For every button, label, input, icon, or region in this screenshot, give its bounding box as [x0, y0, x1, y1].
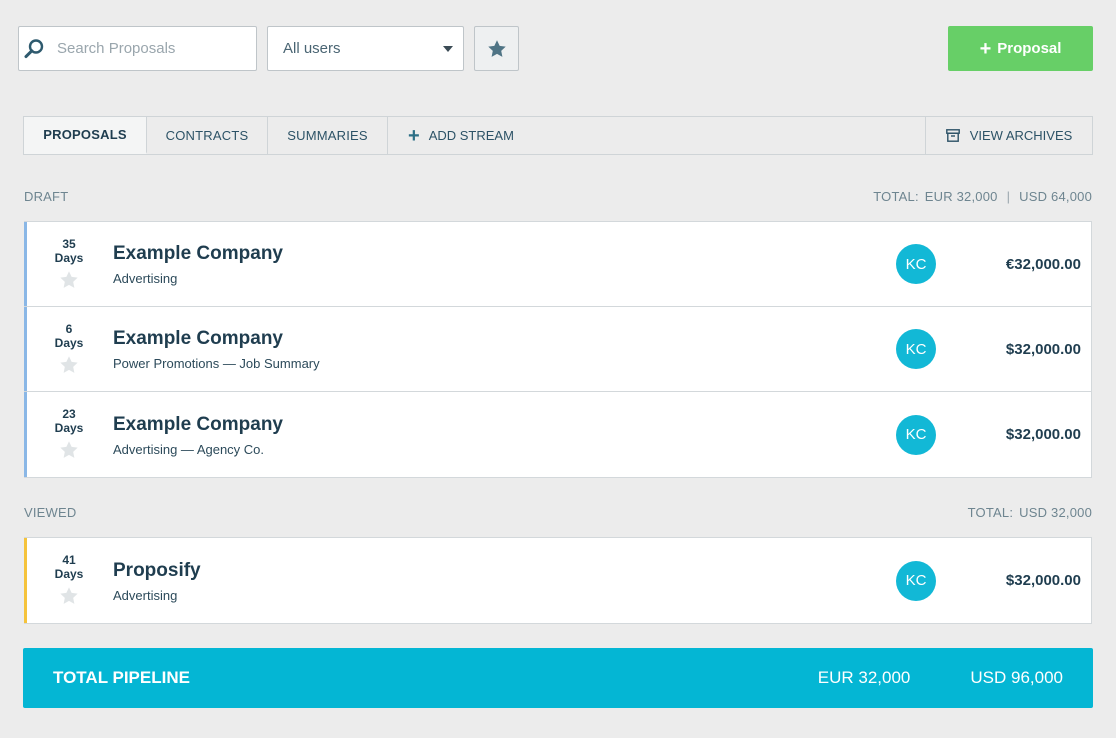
caret-down-icon	[443, 45, 453, 52]
pipeline-eur: EUR 32,000	[817, 668, 911, 687]
section-totals: TOTAL: USD 32,000	[968, 505, 1092, 520]
proposal-row[interactable]: 6 Days Example Company Power Promotions …	[24, 307, 1091, 392]
tab-proposals[interactable]: PROPOSALS	[24, 117, 147, 154]
user-filter-select[interactable]: All users	[267, 26, 464, 71]
proposal-amount: $32,000.00	[1005, 426, 1081, 443]
proposal-amount: $32,000.00	[1005, 340, 1081, 358]
view-archives-button[interactable]: VIEW ARCHIVES	[925, 117, 1092, 154]
proposal-subtitle: Advertising — Agency Co.	[113, 441, 265, 457]
star-icon[interactable]	[58, 440, 80, 460]
search-icon	[19, 27, 49, 70]
proposal-amount: $32,000.00	[1005, 572, 1081, 589]
proposal-title: Example Company	[113, 243, 283, 264]
avatar: KC	[896, 560, 936, 601]
new-proposal-button[interactable]: + Proposal	[948, 26, 1093, 71]
draft-proposal-list: 35 Days Example Company Advertising KC €…	[24, 221, 1092, 478]
days-counter: 6 Days	[25, 307, 113, 391]
proposal-row[interactable]: 41 Days Proposify Advertising KC $32,000…	[24, 538, 1091, 623]
proposal-row[interactable]: 35 Days Example Company Advertising KC €…	[24, 222, 1091, 307]
proposal-info: Proposify Advertising	[113, 559, 896, 603]
avatar: KC	[896, 329, 936, 369]
days-label: Days	[54, 567, 84, 581]
star-icon	[487, 39, 506, 57]
tab-label: SUMMARIES	[287, 128, 368, 143]
days-counter: 41 Days	[25, 538, 113, 623]
stream-tabs: PROPOSALS CONTRACTS SUMMARIES + ADD STRE…	[23, 116, 1093, 155]
search-input[interactable]	[57, 40, 256, 57]
days-label: Days	[54, 251, 84, 265]
proposal-amount: €32,000.00	[1005, 255, 1081, 273]
days-number: 35	[62, 237, 76, 251]
pipeline-usd: USD 96,000	[970, 668, 1063, 687]
search-box[interactable]	[18, 26, 257, 71]
days-counter: 23 Days	[25, 392, 113, 477]
section-title: DRAFT	[24, 189, 69, 204]
favorites-filter-button[interactable]	[474, 26, 519, 71]
section-title: VIEWED	[24, 505, 77, 520]
proposal-info: Example Company Advertising	[113, 242, 896, 286]
viewed-section-header: VIEWED TOTAL: USD 32,000	[24, 505, 1092, 520]
total-usd: USD 32,000	[1019, 505, 1092, 520]
avatar: KC	[896, 414, 936, 455]
pipeline-label: TOTAL PIPELINE	[53, 668, 190, 687]
proposals-page: All users + Proposal PROPOSALS CONTRACTS…	[0, 0, 1116, 738]
archive-icon	[945, 129, 960, 142]
proposal-subtitle: Advertising	[113, 271, 178, 286]
section-totals: TOTAL: EUR 32,000 | USD 64,000	[873, 189, 1092, 204]
user-filter-value: All users	[283, 40, 341, 57]
days-label: Days	[54, 421, 84, 435]
new-proposal-label: Proposal	[997, 40, 1062, 57]
total-eur: EUR 32,000	[924, 189, 998, 204]
viewed-proposal-list: 41 Days Proposify Advertising KC $32,000…	[24, 537, 1092, 624]
avatar: KC	[896, 244, 936, 284]
proposal-title: Example Company	[113, 328, 283, 349]
days-number: 23	[62, 407, 76, 421]
plus-icon: +	[408, 124, 420, 147]
proposal-title: Proposify	[113, 559, 201, 581]
proposal-subtitle: Advertising	[113, 587, 178, 603]
days-label: Days	[54, 336, 84, 350]
divider: |	[1006, 189, 1011, 204]
tab-summaries[interactable]: SUMMARIES	[268, 117, 388, 154]
star-icon[interactable]	[58, 270, 80, 290]
star-icon[interactable]	[58, 355, 80, 375]
view-archives-label: VIEW ARCHIVES	[969, 128, 1073, 143]
proposal-subtitle: Power Promotions — Job Summary	[113, 356, 320, 371]
days-number: 41	[62, 553, 76, 567]
add-stream-button[interactable]: + ADD STREAM	[388, 117, 514, 154]
plus-icon: +	[979, 37, 992, 60]
total-usd: USD 64,000	[1019, 189, 1092, 204]
draft-section-header: DRAFT TOTAL: EUR 32,000 | USD 64,000	[24, 189, 1092, 204]
total-pipeline-bar: TOTAL PIPELINE EUR 32,000 USD 96,000	[23, 648, 1093, 708]
tab-contracts[interactable]: CONTRACTS	[147, 117, 268, 154]
add-stream-label: ADD STREAM	[428, 128, 514, 143]
days-counter: 35 Days	[25, 222, 113, 306]
proposal-info: Example Company Power Promotions — Job S…	[113, 327, 896, 371]
total-label: TOTAL:	[967, 505, 1014, 520]
star-icon[interactable]	[58, 586, 80, 606]
tab-label: CONTRACTS	[165, 128, 249, 143]
tab-label: PROPOSALS	[43, 127, 127, 142]
days-number: 6	[65, 322, 73, 336]
proposal-info: Example Company Advertising — Agency Co.	[113, 413, 896, 457]
proposal-title: Example Company	[113, 413, 283, 435]
total-label: TOTAL:	[873, 189, 919, 204]
proposal-row[interactable]: 23 Days Example Company Advertising — Ag…	[24, 392, 1091, 477]
